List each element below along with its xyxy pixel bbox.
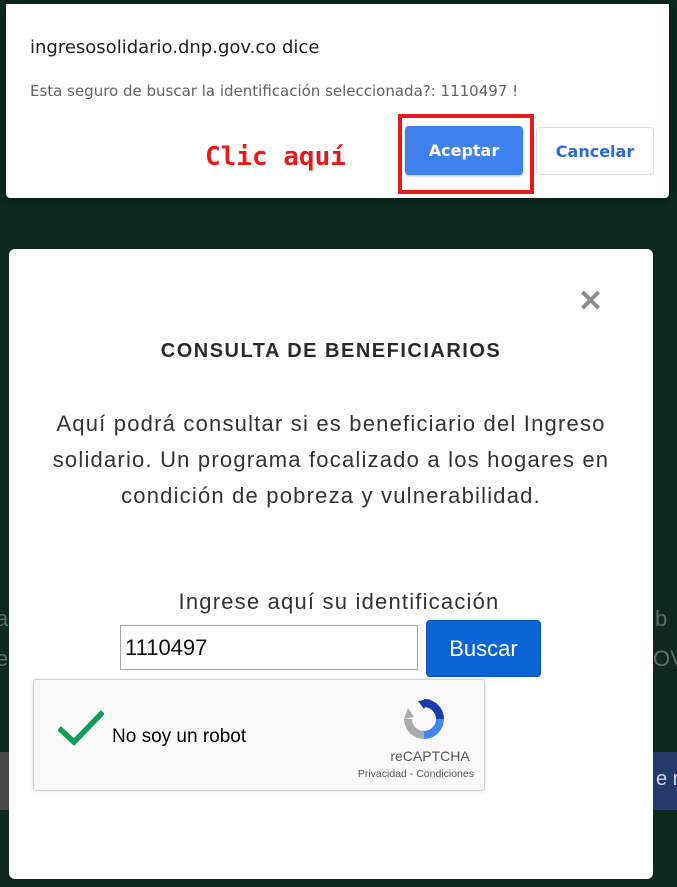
cancel-button[interactable]: Cancelar (536, 127, 654, 175)
click-here-annotation: Clic aquí (205, 142, 346, 172)
recaptcha-brand: reCAPTCHA (390, 748, 470, 764)
close-icon[interactable]: ✕ (578, 287, 603, 317)
check-icon[interactable] (57, 710, 105, 753)
modal-title: CONSULTA DE BENEFICIARIOS (160, 340, 502, 362)
modal-description: Aquí podrá consultar si es beneficiario … (52, 411, 610, 508)
search-button[interactable]: Buscar (426, 620, 541, 677)
background-text-fragment: e (0, 646, 9, 671)
background-text-fragment: OV (653, 646, 677, 671)
background-text-fragment: a (0, 606, 9, 631)
alert-message: Esta seguro de buscar la identificación … (30, 82, 519, 100)
browser-alert-dialog: ingresosolidario.dnp.gov.co dice Esta se… (6, 4, 669, 198)
identification-input[interactable] (120, 625, 418, 670)
accept-button[interactable]: Aceptar (405, 126, 523, 175)
captcha-label: No soy un robot (112, 726, 247, 747)
alert-title: ingresosolidario.dnp.gov.co dice (30, 37, 320, 58)
beneficiary-search-modal: ✕ CONSULTA DE BENEFICIARIOS Aquí podrá c… (9, 249, 653, 879)
identification-label: Ingrese aquí su identificación (178, 589, 500, 614)
recaptcha-widget: No soy un robot reCAPTCHA Privacidad - C… (33, 679, 485, 791)
background-bar-right: e r (652, 752, 677, 810)
recaptcha-logo-icon (400, 695, 448, 748)
recaptcha-links[interactable]: Privacidad - Condiciones (324, 768, 474, 780)
